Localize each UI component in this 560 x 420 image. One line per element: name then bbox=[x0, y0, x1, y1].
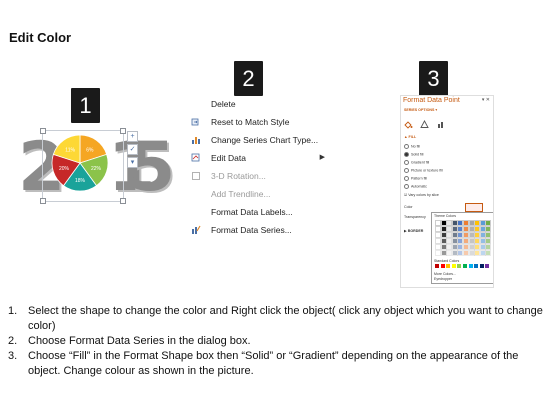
instruction-number: 1. bbox=[8, 305, 18, 317]
pie-slice-label: 20% bbox=[59, 166, 70, 172]
menu-item-edit-data[interactable]: Edit Data ▶ bbox=[185, 149, 335, 167]
automatic-option[interactable]: Automatic bbox=[404, 184, 427, 189]
menu-item-label: Change Series Chart Type... bbox=[211, 135, 319, 145]
color-picker-button[interactable] bbox=[465, 203, 483, 216]
series-options-dropdown[interactable]: SERIES OPTIONS ▾ bbox=[404, 108, 437, 112]
no-fill-option[interactable]: No fill bbox=[404, 144, 420, 149]
pane-close-icon[interactable]: ▾ ✕ bbox=[482, 97, 490, 103]
menu-item-label: Delete bbox=[211, 99, 236, 109]
option-label: Pattern fill bbox=[411, 176, 427, 181]
color-swatch[interactable] bbox=[435, 264, 439, 268]
border-section-header[interactable]: ▶ BORDER bbox=[404, 229, 423, 233]
menu-item-3d-rotation: 3-D Rotation... bbox=[185, 167, 335, 185]
option-label: Automatic bbox=[411, 184, 427, 189]
chart-filters-button[interactable]: ▾ bbox=[127, 157, 138, 168]
menu-item-format-data-labels[interactable]: Format Data Labels... bbox=[185, 203, 335, 221]
effects-tab-icon[interactable] bbox=[420, 116, 430, 128]
resize-handle[interactable] bbox=[40, 128, 46, 134]
color-swatch[interactable] bbox=[457, 264, 462, 268]
reset-icon bbox=[191, 118, 199, 126]
pie-slice-label: 18% bbox=[75, 178, 86, 184]
color-swatch[interactable] bbox=[440, 264, 445, 268]
chart-elements-button[interactable]: + bbox=[127, 131, 138, 142]
picture-fill-option[interactable]: Picture or texture fill bbox=[404, 168, 443, 173]
instruction-item: 2. Choose Format Data Series in the dial… bbox=[8, 334, 553, 349]
color-swatch[interactable] bbox=[463, 264, 467, 268]
pane-tabs bbox=[404, 116, 449, 134]
standard-colors-label: Standard Colors bbox=[434, 259, 460, 263]
pie-slice-label: 11% bbox=[65, 147, 75, 153]
menu-item-change-chart-type[interactable]: Change Series Chart Type... bbox=[185, 131, 335, 149]
color-label: Color bbox=[404, 205, 413, 209]
chart-type-icon bbox=[192, 137, 200, 144]
option-label: Picture or texture fill bbox=[411, 168, 443, 173]
menu-item-reset-style[interactable]: Reset to Match Style bbox=[185, 113, 335, 131]
checkbox-label: Vary colors by slice bbox=[408, 193, 439, 197]
menu-item-label: 3-D Rotation... bbox=[211, 171, 266, 181]
series-options-tab-icon[interactable] bbox=[437, 116, 446, 128]
instruction-item: 3. Choose “Fill” in the Format Shape box… bbox=[8, 349, 553, 379]
color-swatch[interactable] bbox=[446, 264, 451, 268]
instruction-number: 2. bbox=[8, 335, 18, 347]
menu-item-add-trendline: Add Trendline... bbox=[185, 185, 335, 203]
submenu-arrow-icon: ▶ bbox=[319, 154, 325, 161]
instruction-number: 3. bbox=[8, 350, 18, 362]
step-badge-1: 1 bbox=[71, 88, 100, 123]
resize-handle[interactable] bbox=[120, 198, 126, 204]
instruction-text: Choose “Fill” in the Format Shape box th… bbox=[28, 350, 519, 377]
transparency-label: Transparency bbox=[404, 215, 426, 219]
menu-item-label: Reset to Match Style bbox=[211, 117, 290, 127]
color-swatch[interactable] bbox=[451, 264, 456, 268]
pie-slice-label: 22% bbox=[91, 166, 102, 172]
menu-item-label: Format Data Labels... bbox=[211, 207, 293, 217]
color-palette-popup: Theme Colors Standard Colors More Colors… bbox=[431, 212, 493, 284]
menu-item-label: Format Data Series... bbox=[211, 225, 292, 235]
more-colors-item[interactable]: More Colors... bbox=[434, 272, 456, 276]
instruction-item: 1. Select the shape to change the color … bbox=[8, 304, 553, 334]
fill-section-header[interactable]: ▲ FILL bbox=[404, 135, 416, 139]
pane-title: Format Data Point bbox=[403, 97, 460, 104]
eyedropper-item[interactable]: Eyedropper bbox=[434, 277, 452, 281]
instruction-text: Select the shape to change the color and… bbox=[28, 305, 543, 332]
color-swatch[interactable] bbox=[474, 264, 479, 268]
option-label: Solid fill bbox=[411, 152, 424, 157]
color-swatch[interactable] bbox=[485, 250, 492, 256]
color-swatch[interactable] bbox=[479, 264, 484, 268]
theme-colors-label: Theme Colors bbox=[434, 214, 456, 218]
format-series-icon bbox=[192, 225, 201, 234]
instruction-text: Choose Format Data Series in the dialog … bbox=[28, 335, 251, 347]
gradient-fill-option[interactable]: Gradient fill bbox=[404, 160, 429, 165]
rotation-icon bbox=[192, 172, 200, 180]
menu-item-delete[interactable]: Delete bbox=[185, 95, 335, 113]
option-label: Gradient fill bbox=[411, 160, 430, 165]
resize-handle[interactable] bbox=[40, 198, 46, 204]
menu-item-label: Edit Data bbox=[211, 153, 246, 163]
color-swatch[interactable] bbox=[485, 264, 490, 268]
solid-fill-option[interactable]: Solid fill bbox=[404, 152, 423, 157]
pie-slice-label: 6% bbox=[86, 147, 94, 153]
step-badge-2: 2 bbox=[234, 61, 263, 96]
menu-item-format-data-series[interactable]: Format Data Series... bbox=[185, 221, 335, 239]
step-badge-3: 3 bbox=[419, 61, 448, 96]
vary-colors-checkbox[interactable]: ☑ Vary colors by slice bbox=[404, 193, 439, 197]
instructions-list: 1. Select the shape to change the color … bbox=[8, 304, 553, 379]
context-menu: Delete Reset to Match Style Change Serie… bbox=[185, 95, 335, 239]
edit-data-icon bbox=[191, 153, 200, 162]
pattern-fill-option[interactable]: Pattern fill bbox=[404, 176, 427, 181]
pie-chart[interactable]: 6% 22% 18% 20% 11% bbox=[50, 132, 110, 194]
resize-handle[interactable] bbox=[120, 128, 126, 134]
page-title: Edit Color bbox=[9, 30, 72, 45]
chart-side-buttons: + ✓ ▾ bbox=[127, 131, 138, 170]
fill-line-tab-icon[interactable] bbox=[404, 116, 413, 129]
chart-styles-button[interactable]: ✓ bbox=[127, 144, 138, 155]
format-data-point-pane: Format Data Point ▾ ✕ SERIES OPTIONS ▾ ▲… bbox=[400, 95, 494, 288]
menu-item-label: Add Trendline... bbox=[211, 189, 271, 199]
color-swatch[interactable] bbox=[468, 264, 473, 268]
option-label: No fill bbox=[411, 144, 420, 149]
